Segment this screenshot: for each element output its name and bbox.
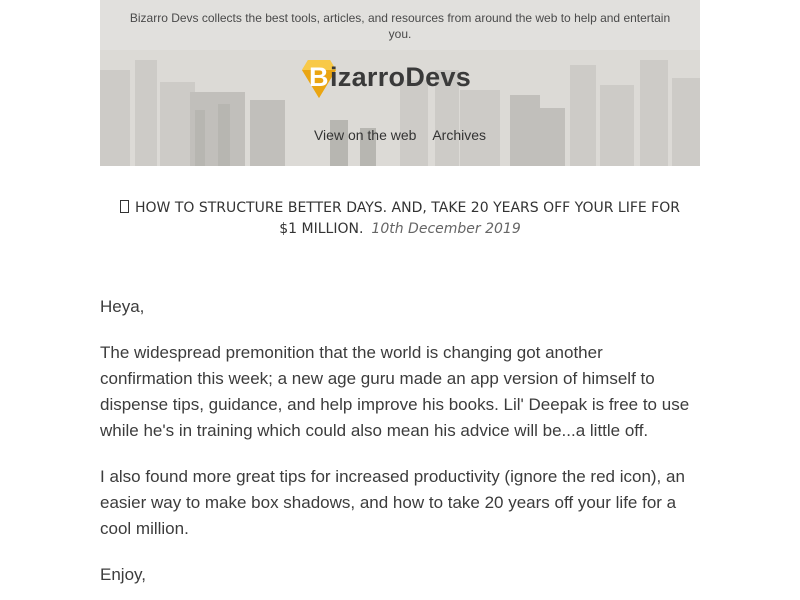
signoff: Enjoy, <box>100 565 146 584</box>
issue-heading: HOW TO STRUCTURE BETTER DAYS. AND, TAKE … <box>110 198 690 240</box>
email-body: Heya, The widespread premonition that th… <box>100 294 700 600</box>
emoji-box-icon <box>119 200 129 213</box>
archives-link[interactable]: Archives <box>432 127 486 143</box>
logo-letter-b: B <box>309 62 329 92</box>
header-banner: Bizarro Devs collects the best tools, ar… <box>100 0 700 166</box>
greeting: Heya, <box>100 297 145 316</box>
email-page: Bizarro Devs collects the best tools, ar… <box>0 0 800 600</box>
site-logo[interactable]: B izarroDevs <box>300 58 505 102</box>
header-tagline: Bizarro Devs collects the best tools, ar… <box>129 11 671 41</box>
header-links: View on the web Archives <box>100 127 700 143</box>
body-paragraph: I also found more great tips for increas… <box>100 467 685 538</box>
view-on-web-link[interactable]: View on the web <box>314 127 416 143</box>
body-paragraph: The widespread premonition that the worl… <box>100 343 690 440</box>
logo-wordmark: izarroDevs <box>330 62 472 92</box>
issue-date: 10th December 2019 <box>371 221 521 237</box>
